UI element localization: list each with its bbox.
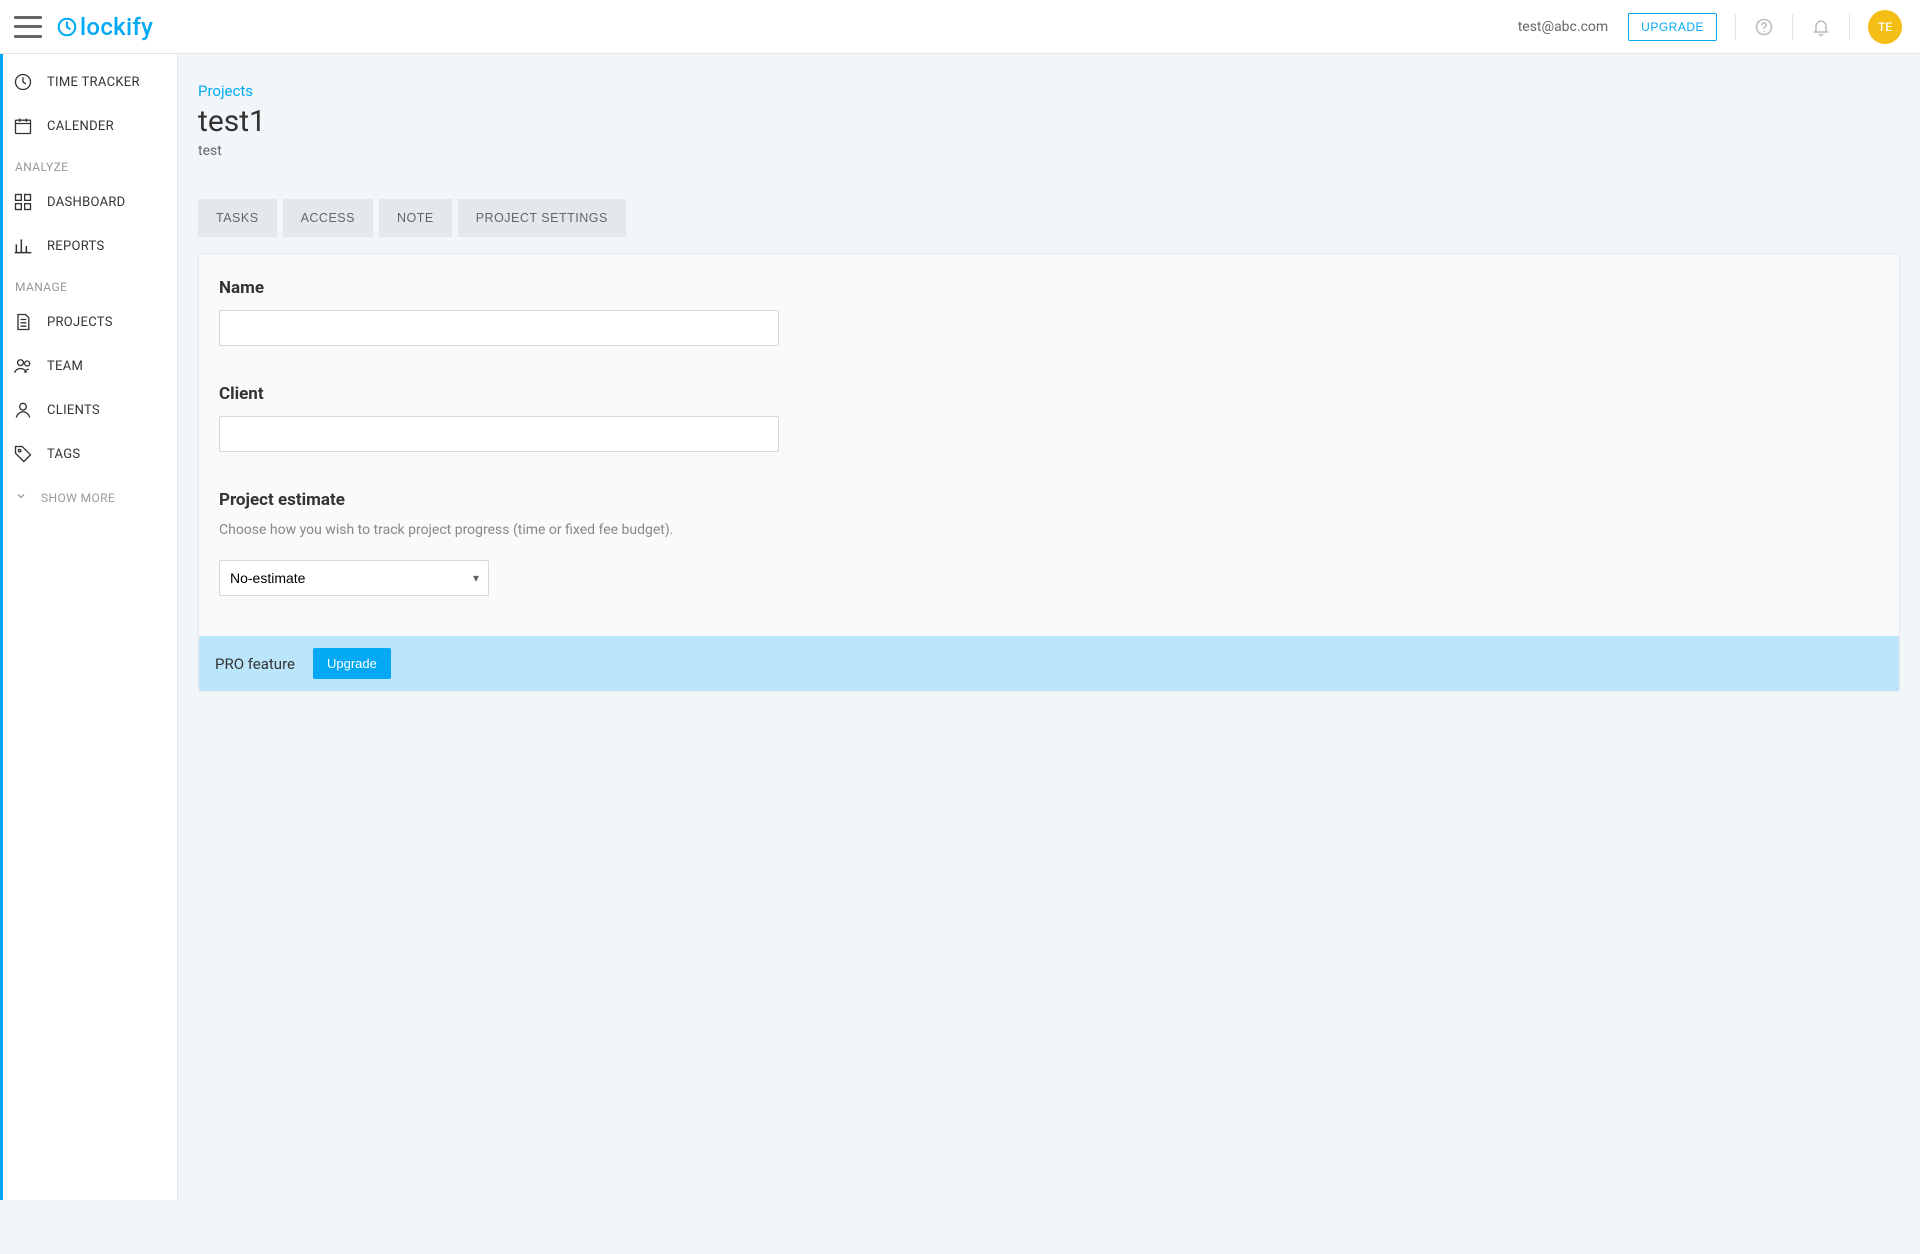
client-icon xyxy=(13,400,33,420)
pro-label: PRO feature xyxy=(215,655,295,673)
logo[interactable]: lockify xyxy=(56,13,153,41)
team-icon xyxy=(13,356,33,376)
estimate-select[interactable]: No-estimate xyxy=(219,560,489,596)
estimate-label: Project estimate xyxy=(219,490,1879,510)
sidebar-item-time-tracker[interactable]: TIME TRACKER xyxy=(3,60,177,104)
name-label: Name xyxy=(219,278,1879,298)
sidebar: TIME TRACKER CALENDER ANALYZE DASHBOARD … xyxy=(0,54,178,1200)
page-subtitle: test xyxy=(198,143,1900,159)
help-icon[interactable] xyxy=(1754,17,1774,37)
sidebar-item-label: TAGS xyxy=(47,447,80,462)
grid-icon xyxy=(13,192,33,212)
breadcrumb[interactable]: Projects xyxy=(198,82,253,100)
sidebar-item-label: DASHBOARD xyxy=(47,195,126,210)
tab-project-settings[interactable]: PROJECT SETTINGS xyxy=(458,199,626,237)
user-email: test@abc.com xyxy=(1518,19,1608,35)
settings-card: Name Client Project estimate Choose how … xyxy=(198,253,1900,692)
sidebar-show-more-label: SHOW MORE xyxy=(41,491,115,505)
tab-access[interactable]: ACCESS xyxy=(283,199,373,237)
calendar-icon xyxy=(13,116,33,136)
sidebar-item-reports[interactable]: REPORTS xyxy=(3,224,177,268)
sidebar-heading-manage: MANAGE xyxy=(3,268,177,300)
pro-banner: PRO feature Upgrade xyxy=(199,636,1899,691)
sidebar-item-label: REPORTS xyxy=(47,239,105,254)
divider xyxy=(1849,14,1850,40)
sidebar-heading-analyze: ANALYZE xyxy=(3,148,177,180)
sidebar-item-calendar[interactable]: CALENDER xyxy=(3,104,177,148)
sidebar-item-label: PROJECTS xyxy=(47,315,113,330)
tag-icon xyxy=(13,444,33,464)
client-label: Client xyxy=(219,384,1879,404)
sidebar-item-label: TIME TRACKER xyxy=(47,75,140,90)
divider xyxy=(1792,14,1793,40)
page-title: test1 xyxy=(198,104,1900,139)
pro-upgrade-button[interactable]: Upgrade xyxy=(313,648,391,679)
sidebar-show-more[interactable]: SHOW MORE xyxy=(3,476,177,517)
tab-tasks[interactable]: TASKS xyxy=(198,199,277,237)
bell-icon[interactable] xyxy=(1811,17,1831,37)
sidebar-item-dashboard[interactable]: DASHBOARD xyxy=(3,180,177,224)
avatar[interactable]: TE xyxy=(1868,10,1902,44)
document-icon xyxy=(13,312,33,332)
sidebar-item-label: TEAM xyxy=(47,359,83,374)
estimate-helper: Choose how you wish to track project pro… xyxy=(219,522,1879,538)
upgrade-button[interactable]: UPGRADE xyxy=(1628,13,1717,41)
chevron-down-icon xyxy=(15,490,27,505)
sidebar-item-label: CALENDER xyxy=(47,119,114,134)
name-input[interactable] xyxy=(219,310,779,346)
menu-toggle[interactable] xyxy=(14,16,42,38)
topbar: lockify test@abc.com UPGRADE TE xyxy=(0,0,1920,54)
barchart-icon xyxy=(13,236,33,256)
tab-note[interactable]: NOTE xyxy=(379,199,452,237)
sidebar-item-tags[interactable]: TAGS xyxy=(3,432,177,476)
sidebar-item-clients[interactable]: CLIENTS xyxy=(3,388,177,432)
clock-logo-icon xyxy=(56,16,78,38)
divider xyxy=(1735,14,1736,40)
sidebar-item-team[interactable]: TEAM xyxy=(3,344,177,388)
sidebar-item-projects[interactable]: PROJECTS xyxy=(3,300,177,344)
sidebar-item-label: CLIENTS xyxy=(47,403,100,418)
tabs: TASKS ACCESS NOTE PROJECT SETTINGS xyxy=(198,199,1900,237)
client-input[interactable] xyxy=(219,416,779,452)
main-content: Projects test1 test TASKS ACCESS NOTE PR… xyxy=(178,54,1920,1200)
logo-text: lockify xyxy=(80,13,153,41)
clock-icon xyxy=(13,72,33,92)
